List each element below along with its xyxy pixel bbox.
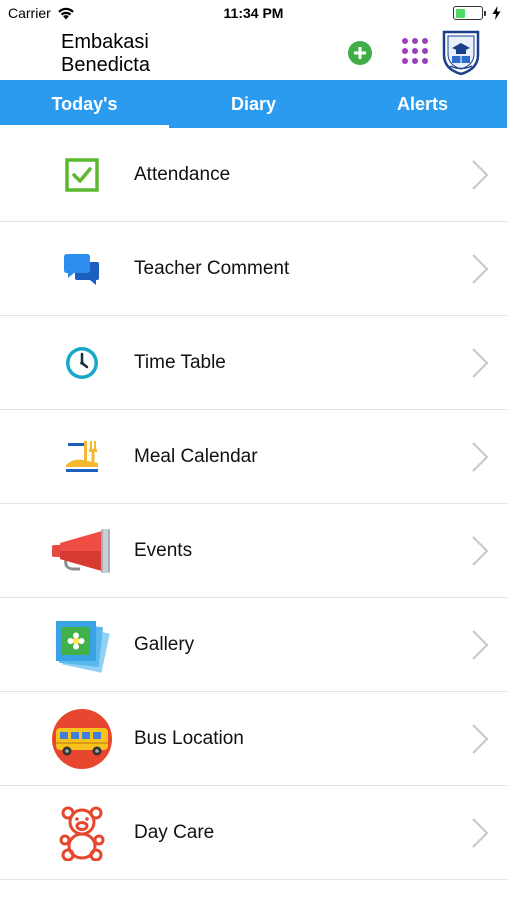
menu-item-label: Events (134, 539, 193, 561)
tab-alerts-label: Alerts (396, 93, 449, 114)
menu-item-label: Meal Calendar (134, 445, 258, 467)
tab-diary-label: Diary (230, 93, 277, 114)
menu-item-meal-calendar[interactable]: Meal Calendar (0, 410, 507, 504)
add-button[interactable] (348, 41, 372, 65)
chevron-right-icon (472, 253, 489, 284)
plus-icon (354, 47, 366, 59)
grid-dot-icon (412, 48, 418, 54)
grid-dot-icon (402, 38, 408, 44)
tab-todays-label: Today's (51, 93, 118, 114)
battery-status (453, 6, 501, 20)
tab-bar: Today's Diary Alerts (0, 80, 507, 128)
megaphone-icon (50, 519, 114, 583)
menu-item-time-table[interactable]: Time Table (0, 316, 507, 410)
chevron-right-icon (472, 723, 489, 754)
chevron-right-icon (472, 441, 489, 472)
menu-item-label: Time Table (134, 351, 226, 373)
menu-list: Attendance Teacher Comment Time Table Me… (0, 128, 507, 880)
menu-item-label: Bus Location (134, 727, 244, 749)
teddy-bear-icon (50, 801, 114, 865)
checkbox-icon (50, 143, 114, 207)
battery-icon (453, 6, 486, 20)
clock-icon (50, 331, 114, 395)
menu-item-attendance[interactable]: Attendance (0, 128, 507, 222)
grid-dot-icon (412, 58, 418, 64)
school-name-line2: Benedicta (61, 54, 150, 76)
tab-alerts[interactable]: Alerts (338, 80, 507, 128)
menu-item-label: Teacher Comment (134, 257, 290, 279)
chevron-right-icon (472, 629, 489, 660)
status-time: 11:34 PM (223, 5, 284, 21)
menu-item-label: Attendance (134, 163, 231, 185)
grid-dot-icon (422, 58, 428, 64)
chevron-right-icon (472, 817, 489, 848)
school-name-line1: Embakasi (61, 31, 149, 53)
apps-grid-button[interactable] (401, 37, 428, 67)
menu-item-teacher-comment[interactable]: Teacher Comment (0, 222, 507, 316)
meal-icon (50, 425, 114, 489)
chevron-right-icon (472, 159, 489, 190)
tab-todays[interactable]: Today's (0, 80, 169, 128)
grid-dot-icon (422, 38, 428, 44)
tab-diary[interactable]: Diary (169, 80, 338, 128)
chat-bubbles-icon (50, 237, 114, 301)
grid-dot-icon (402, 48, 408, 54)
chevron-right-icon (472, 347, 489, 378)
menu-item-label: Day Care (134, 821, 215, 843)
grid-dot-icon (402, 58, 408, 64)
menu-item-label: Gallery (134, 633, 195, 655)
charging-bolt-icon (492, 6, 501, 20)
school-bus-icon (50, 707, 114, 771)
menu-item-gallery[interactable]: Gallery (0, 598, 507, 692)
menu-item-events[interactable]: Events (0, 504, 507, 598)
menu-item-day-care[interactable]: Day Care (0, 786, 507, 880)
chevron-right-icon (472, 535, 489, 566)
grid-dot-icon (422, 48, 428, 54)
photo-gallery-icon (50, 613, 114, 677)
school-crest-icon[interactable] (441, 29, 481, 75)
school-name: Embakasi Benedicta (61, 31, 261, 77)
menu-item-bus-location[interactable]: Bus Location (0, 692, 507, 786)
status-bar: Carrier 11:34 PM (0, 0, 507, 28)
app-header: Embakasi Benedicta (0, 28, 507, 80)
grid-dot-icon (412, 38, 418, 44)
